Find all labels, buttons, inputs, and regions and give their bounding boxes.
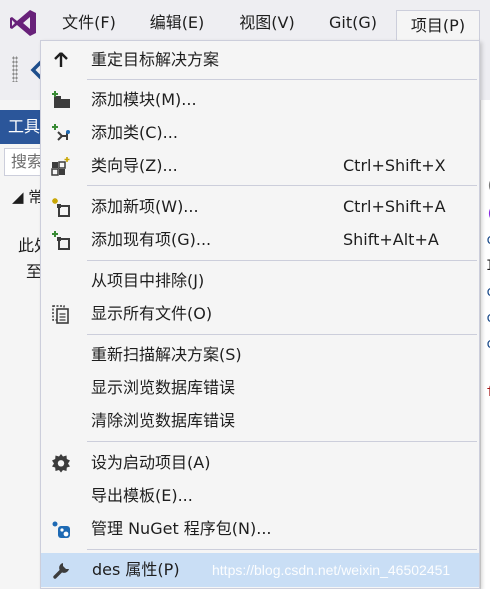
nuget-icon xyxy=(52,521,70,538)
menu-item-label: des 属性(P) xyxy=(92,560,180,579)
menu-item-label: 添加类(C)... xyxy=(91,123,178,142)
editor-glyph: c xyxy=(486,284,490,300)
editor-glyph: f xyxy=(486,384,490,400)
editor-glyph: c xyxy=(486,336,490,352)
menu-item-label: 添加新项(W)... xyxy=(91,197,199,216)
add-new-item-icon xyxy=(52,198,70,217)
menu-item-label: 显示所有文件(O) xyxy=(91,304,213,323)
toolbar-grip-icon[interactable] xyxy=(12,56,18,82)
menu-separator xyxy=(87,185,477,186)
menu-item-label: 从项目中排除(J) xyxy=(91,271,205,290)
add-class-icon xyxy=(52,124,70,141)
toolbox-search-input[interactable]: 搜索 xyxy=(4,148,42,176)
wrench-icon xyxy=(53,563,69,579)
visual-studio-logo-icon[interactable] xyxy=(8,8,38,38)
menu-item-manage-nuget[interactable]: 管理 NuGet 程序包(N)... xyxy=(41,514,479,544)
menu-item-retarget-solution[interactable]: 重定目标解决方案 xyxy=(41,45,479,75)
menu-separator xyxy=(87,79,477,80)
class-wizard-icon xyxy=(51,157,70,176)
menu-separator xyxy=(87,260,477,261)
gear-icon xyxy=(52,454,70,473)
editor-glyph: I xyxy=(486,258,490,274)
menu-item-add-class[interactable]: 添加类(C)... xyxy=(41,118,479,148)
editor-glyph: ( xyxy=(486,178,490,194)
menu-item-label: 显示浏览数据库错误 xyxy=(91,378,236,397)
menu-item-label: 导出模板(E)... xyxy=(91,486,193,505)
menu-separator xyxy=(87,549,477,550)
show-all-files-icon xyxy=(52,305,69,324)
menu-item-label: 清除浏览数据库错误 xyxy=(91,411,236,430)
menu-item-shortcut: Shift+Alt+A xyxy=(343,230,439,249)
menu-item-label: 管理 NuGet 程序包(N)... xyxy=(91,519,272,538)
menu-project[interactable]: 项目(P) xyxy=(396,10,480,44)
up-arrow-icon xyxy=(54,52,68,67)
menu-item-shortcut: Ctrl+Shift+A xyxy=(343,197,446,216)
menu-edit[interactable]: 编辑(E) xyxy=(138,8,216,38)
menu-item-label: 重定目标解决方案 xyxy=(91,50,220,69)
menu-item-shortcut: Ctrl+Shift+X xyxy=(343,156,446,175)
menu-item-label: 类向导(Z)... xyxy=(91,156,178,175)
editor-glyph: c xyxy=(486,310,490,326)
menu-item-add-module[interactable]: 添加模块(M)... xyxy=(41,85,479,115)
add-existing-item-icon xyxy=(52,231,70,250)
menu-item-label: 添加模块(M)... xyxy=(91,90,197,109)
toolbox-header[interactable]: 工具 xyxy=(0,110,42,144)
menu-item-class-wizard[interactable]: 类向导(Z)... Ctrl+Shift+X xyxy=(41,151,479,181)
menu-separator xyxy=(87,441,477,442)
menu-item-add-new-item[interactable]: 添加新项(W)... Ctrl+Shift+A xyxy=(41,192,479,222)
menu-item-rescan-solution[interactable]: 重新扫描解决方案(S) xyxy=(41,340,479,370)
menu-item-project-properties[interactable]: des 属性(P) https://blog.csdn.net/weixin_4… xyxy=(41,553,479,587)
menu-file[interactable]: 文件(F) xyxy=(50,8,128,38)
menu-item-exclude-from-project[interactable]: 从项目中排除(J) xyxy=(41,266,479,296)
editor-glyph: ( xyxy=(486,206,490,222)
menu-item-label: 设为启动项目(A) xyxy=(91,453,211,472)
menu-item-export-template[interactable]: 导出模板(E)... xyxy=(41,481,479,511)
menu-item-show-all-files[interactable]: 显示所有文件(O) xyxy=(41,299,479,329)
menu-item-add-existing-item[interactable]: 添加现有项(G)... Shift+Alt+A xyxy=(41,225,479,255)
menu-item-label: 重新扫描解决方案(S) xyxy=(91,345,242,364)
menu-bar: 文件(F) 编辑(E) 视图(V) Git(G) 项目(P) xyxy=(0,0,490,44)
project-menu-dropdown: 重定目标解决方案 添加模块(M)... 添加类(C)... 类向导(Z)... … xyxy=(40,40,480,589)
menu-git[interactable]: Git(G) xyxy=(318,8,388,38)
editor-glyph: c xyxy=(486,232,490,248)
menu-view[interactable]: 视图(V) xyxy=(226,8,308,38)
menu-separator xyxy=(87,334,477,335)
toolbox-empty-text: 此处 xyxy=(18,236,42,255)
menu-item-show-browse-db-errors[interactable]: 显示浏览数据库错误 xyxy=(41,373,479,403)
watermark-text: https://blog.csdn.net/weixin_46502451 xyxy=(212,562,451,578)
menu-item-label: 添加现有项(G)... xyxy=(91,230,212,249)
menu-item-set-startup-project[interactable]: 设为启动项目(A) xyxy=(41,448,479,478)
add-module-icon xyxy=(52,91,70,108)
toolbox-group-general[interactable]: ◢ 常 xyxy=(12,186,42,207)
menu-item-clear-browse-db-errors[interactable]: 清除浏览数据库错误 xyxy=(41,406,479,436)
